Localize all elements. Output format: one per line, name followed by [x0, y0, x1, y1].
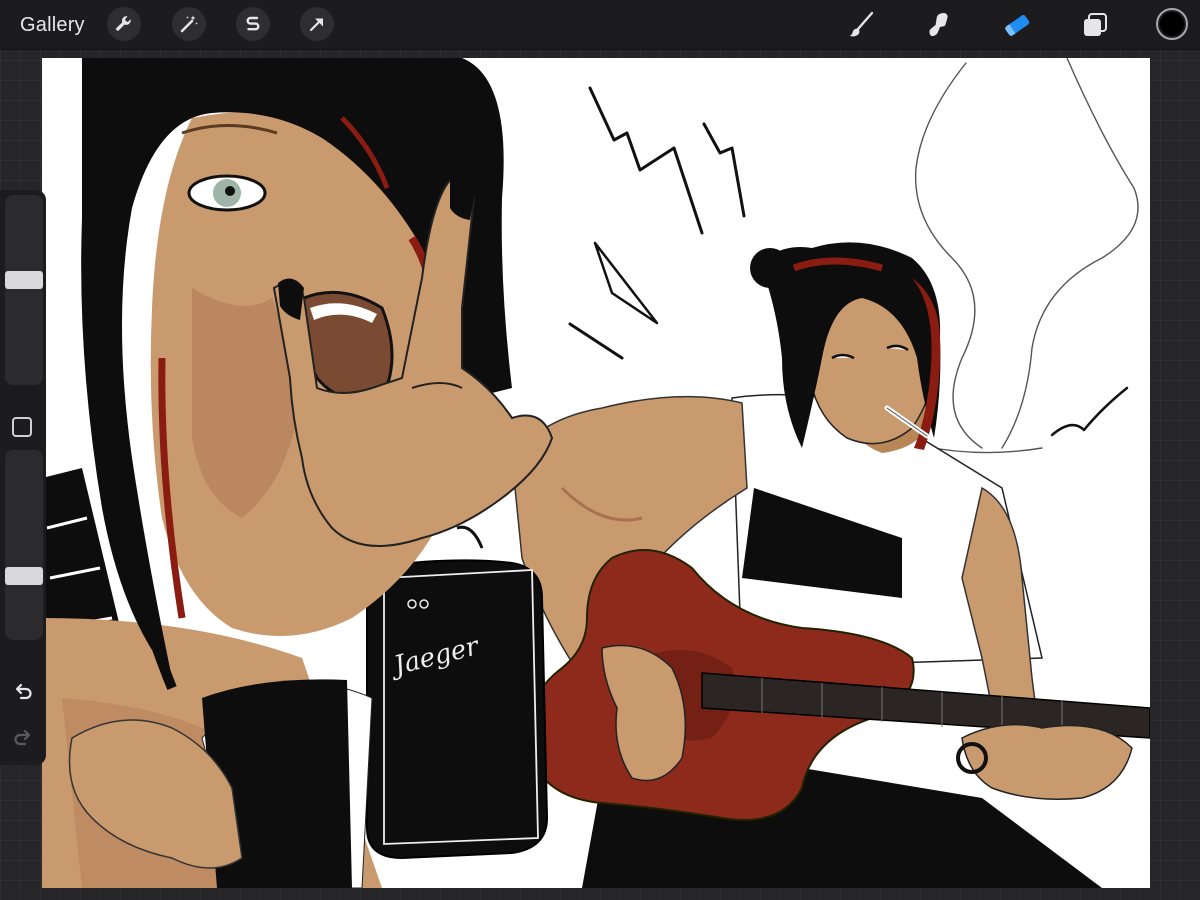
opacity-slider[interactable] [5, 450, 43, 640]
wrench-icon [116, 16, 131, 31]
procreate-app: Gallery Jaeger [0, 0, 1200, 900]
color-picker-button[interactable] [1156, 8, 1188, 40]
current-color-swatch [1160, 12, 1184, 36]
magic-wand-icon [180, 15, 198, 33]
smudge-tool-button[interactable] [920, 6, 958, 44]
actions-button[interactable] [107, 7, 141, 41]
brush-tool-button[interactable] [842, 6, 880, 44]
opacity-thumb[interactable] [5, 567, 43, 585]
top-toolbar: Gallery [0, 0, 1200, 50]
selection-s-icon [246, 16, 260, 31]
modify-button[interactable] [12, 417, 32, 437]
brush-size-thumb[interactable] [5, 271, 43, 289]
redo-button[interactable] [10, 725, 36, 751]
selection-button[interactable] [236, 7, 270, 41]
smudge-icon [929, 13, 948, 37]
brush-size-slider[interactable] [5, 195, 43, 385]
gallery-button[interactable]: Gallery [20, 12, 85, 38]
brush-icon [849, 11, 874, 37]
transform-button[interactable] [300, 7, 334, 41]
artwork: Jaeger [42, 58, 1150, 888]
drawing-canvas[interactable]: Jaeger [42, 58, 1150, 888]
adjustments-button[interactable] [172, 7, 206, 41]
left-sidebar [0, 190, 46, 765]
eraser-icon [1005, 15, 1030, 36]
smoke-lines [914, 58, 1139, 454]
eraser-tool-button[interactable] [998, 6, 1036, 44]
layers-icon [1084, 13, 1107, 36]
redo-icon [14, 729, 31, 746]
undo-button[interactable] [10, 679, 36, 705]
transform-arrow-icon [309, 18, 323, 32]
layers-button[interactable] [1076, 6, 1114, 44]
guitarist-figure [511, 242, 1150, 888]
undo-icon [15, 683, 32, 700]
